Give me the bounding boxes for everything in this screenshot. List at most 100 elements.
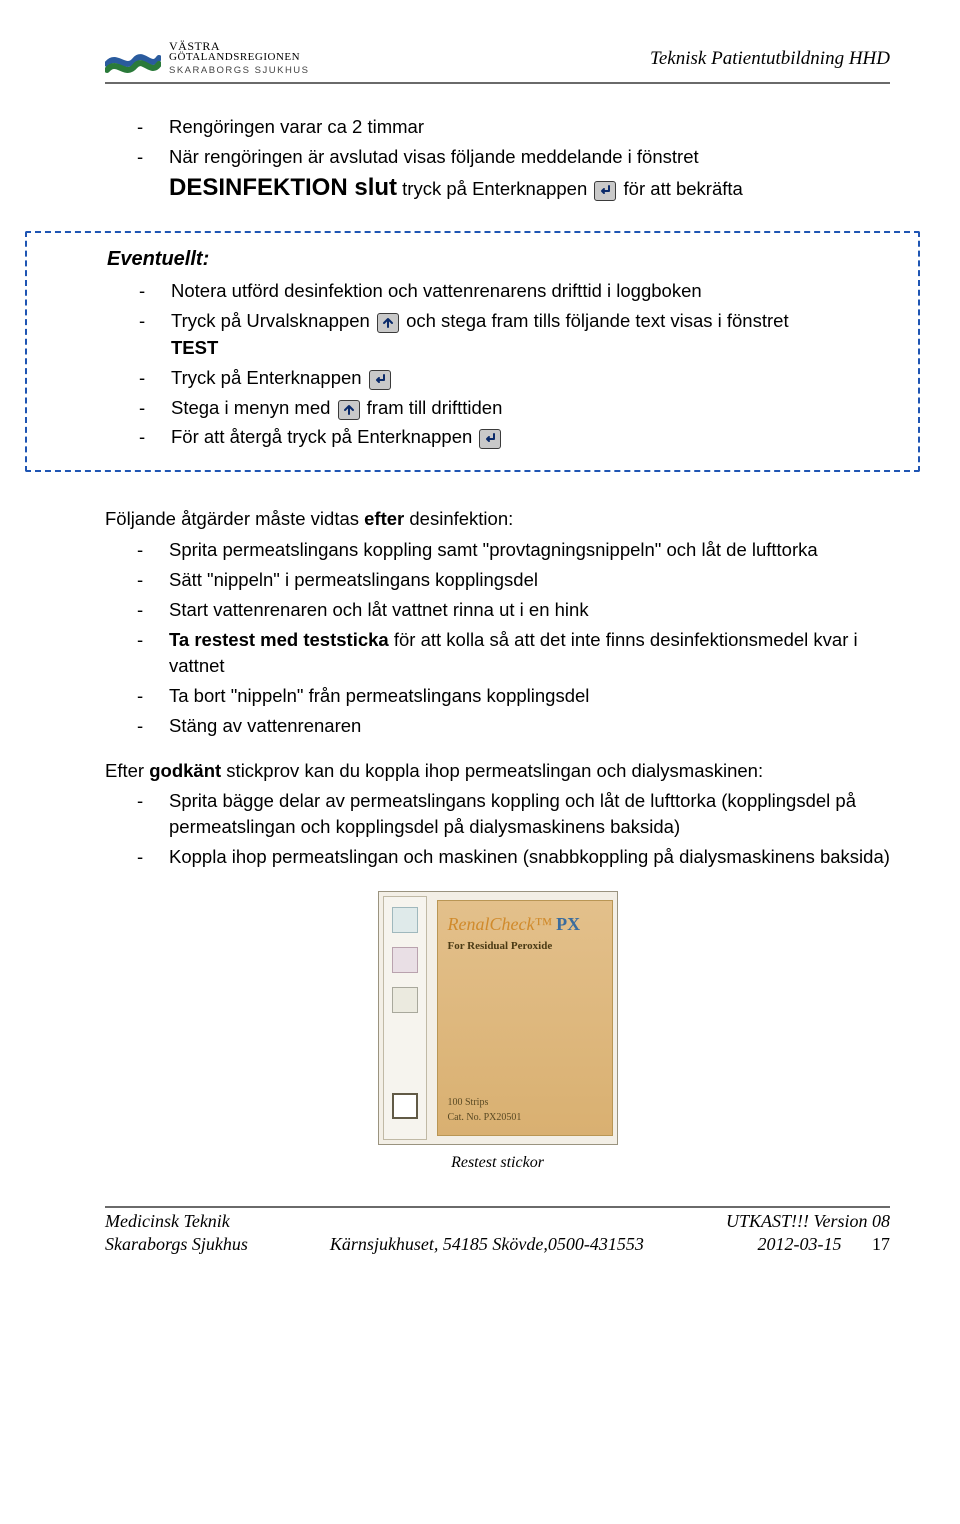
product-brand: RenalCheck™PX xyxy=(448,911,602,937)
page-content: - Rengöringen varar ca 2 timmar - När re… xyxy=(105,114,890,1174)
text: 100 Strips xyxy=(448,1096,522,1111)
list-item: - För att återgå tryck på Enterknappen xyxy=(139,424,888,451)
text: Stega i menyn med xyxy=(171,397,336,418)
list-item: -Start vattenrenaren och låt vattnet rin… xyxy=(137,597,890,624)
after-list: -Sprita permeatslingans koppling samt "p… xyxy=(137,537,890,740)
text: Efter xyxy=(105,760,149,781)
logo-text: VÄSTRA GÖTALANDSREGIONEN SKARABORGS SJUK… xyxy=(169,40,310,76)
bullet-dash: - xyxy=(139,278,149,305)
product-subtitle: For Residual Peroxide xyxy=(448,939,602,955)
bullet-dash: - xyxy=(139,424,149,451)
header-divider xyxy=(105,82,890,84)
doc-title: Teknisk Patientutbildning HHD xyxy=(650,46,890,72)
emphasis-restest: Ta restest med teststicka xyxy=(169,629,389,650)
test-strip-icon xyxy=(383,896,427,1140)
logo-block: VÄSTRA GÖTALANDSREGIONEN SKARABORGS SJUK… xyxy=(105,40,310,76)
text: Tryck på Urvalsknappen xyxy=(171,310,375,331)
list-text: För att återgå tryck på Enterknappen xyxy=(171,424,888,451)
text: Cat. No. PX20501 xyxy=(448,1111,522,1126)
text: tryck på Enterknappen xyxy=(402,178,592,199)
section-intro: Följande åtgärder måste vidtas efter des… xyxy=(105,506,890,533)
eventuellt-heading: Eventuellt: xyxy=(107,245,888,274)
product-figure: RenalCheck™PX For Residual Peroxide 100 … xyxy=(378,891,618,1145)
list-text: När rengöringen är avslutad visas följan… xyxy=(169,146,699,167)
color-swatch xyxy=(392,987,418,1013)
enter-key-icon xyxy=(479,429,501,449)
empty-swatch xyxy=(392,1093,418,1119)
list-text: När rengöringen är avslutad visas följan… xyxy=(169,144,890,206)
page-footer: Medicinsk Teknik Skaraborgs Sjukhus Kärn… xyxy=(105,1210,890,1255)
bullet-dash: - xyxy=(137,114,147,141)
list-item: -Sätt "nippeln" i permeatslingans koppli… xyxy=(137,567,890,594)
list-item: -Sprita permeatslingans koppling samt "p… xyxy=(137,537,890,564)
emphasis-desinfektion: DESINFEKTION slut xyxy=(169,174,397,201)
list-text: Notera utförd desinfektion och vattenren… xyxy=(171,278,888,305)
bullet-dash: - xyxy=(137,627,147,681)
list-text: Stega i menyn med fram till drifttiden xyxy=(171,395,888,422)
page-header: VÄSTRA GÖTALANDSREGIONEN SKARABORGS SJUK… xyxy=(105,40,890,76)
list-text: Sprita permeatslingans koppling samt "pr… xyxy=(169,537,890,564)
footer-date: 2012-03-15 xyxy=(757,1234,841,1254)
intro-list: - Rengöringen varar ca 2 timmar - När re… xyxy=(137,114,890,205)
list-item: - Tryck på Urvalsknappen och stega fram … xyxy=(139,308,888,362)
text: och stega fram tills följande text visas… xyxy=(406,310,789,331)
bullet-dash: - xyxy=(139,308,149,362)
section-intro: Efter godkänt stickprov kan du koppla ih… xyxy=(105,758,890,785)
footer-version: UTKAST!!! Version 08 xyxy=(726,1210,890,1233)
text: fram till drifttiden xyxy=(367,397,503,418)
footer-right: UTKAST!!! Version 08 2012-03-15 17 xyxy=(726,1210,890,1255)
page-number: 17 xyxy=(872,1234,890,1254)
bullet-dash: - xyxy=(137,788,147,842)
list-item: - När rengöringen är avslutad visas följ… xyxy=(137,144,890,206)
color-swatch xyxy=(392,947,418,973)
text: Tryck på Enterknappen xyxy=(171,367,367,388)
text: För att återgå tryck på Enterknappen xyxy=(171,426,477,447)
list-text: Tryck på Enterknappen xyxy=(171,365,888,392)
bullet-dash: - xyxy=(137,844,147,871)
footer-hospital: Skaraborgs Sjukhus xyxy=(105,1233,248,1256)
emphasis-efter: efter xyxy=(364,508,404,529)
bullet-dash: - xyxy=(137,713,147,740)
list-text: Sätt "nippeln" i permeatslingans kopplin… xyxy=(169,567,890,594)
after-desinfektion-section: Följande åtgärder måste vidtas efter des… xyxy=(105,506,890,740)
list-text: Tryck på Urvalsknappen och stega fram ti… xyxy=(171,308,888,362)
list-item: -Ta bort "nippeln" från permeatslingans … xyxy=(137,683,890,710)
godkant-section: Efter godkänt stickprov kan du koppla ih… xyxy=(105,758,890,871)
list-item: - Rengöringen varar ca 2 timmar xyxy=(137,114,890,141)
list-text: Sprita bägge delar av permeatslingans ko… xyxy=(169,788,890,842)
text: desinfektion: xyxy=(404,508,513,529)
footer-center: Kärnsjukhuset, 54185 Skövde,0500-431553 xyxy=(330,1233,644,1256)
footer-divider xyxy=(105,1206,890,1208)
list-item: -Stäng av vattenrenaren xyxy=(137,713,890,740)
list-text: Ta bort "nippeln" från permeatslingans k… xyxy=(169,683,890,710)
bullet-dash: - xyxy=(139,365,149,392)
up-arrow-icon xyxy=(338,400,360,420)
vgr-logo-icon xyxy=(105,40,161,76)
text: stickprov kan du koppla ihop permeatslin… xyxy=(221,760,763,781)
figure-caption: Restest stickor xyxy=(105,1151,890,1174)
footer-address: Kärnsjukhuset, 54185 Skövde,0500-431553 xyxy=(330,1233,644,1256)
enter-key-icon xyxy=(369,370,391,390)
product-footnote: 100 Strips Cat. No. PX20501 xyxy=(448,1096,522,1125)
bullet-dash: - xyxy=(137,683,147,710)
brand-name: RenalCheck™ xyxy=(448,914,553,934)
list-text: Ta restest med teststicka för att kolla … xyxy=(169,627,890,681)
bullet-dash: - xyxy=(137,567,147,594)
bullet-dash: - xyxy=(137,144,147,206)
list-item: - Tryck på Enterknappen xyxy=(139,365,888,392)
enter-key-icon xyxy=(594,181,616,201)
list-item: -Koppla ihop permeatslingan och maskinen… xyxy=(137,844,890,871)
product-box: RenalCheck™PX For Residual Peroxide 100 … xyxy=(437,900,613,1136)
bullet-dash: - xyxy=(137,597,147,624)
logo-line-3: SKARABORGS SJUKHUS xyxy=(169,66,310,76)
bullet-dash: - xyxy=(139,395,149,422)
footer-left: Medicinsk Teknik Skaraborgs Sjukhus xyxy=(105,1210,248,1255)
up-arrow-icon xyxy=(377,313,399,333)
logo-line-2: GÖTALANDSREGIONEN xyxy=(169,52,310,63)
emphasis-test: TEST xyxy=(171,337,218,358)
footer-org: Medicinsk Teknik xyxy=(105,1210,248,1233)
list-item: - Ta restest med teststicka för att koll… xyxy=(137,627,890,681)
document-page: VÄSTRA GÖTALANDSREGIONEN SKARABORGS SJUK… xyxy=(0,0,960,1524)
eventuellt-list: - Notera utförd desinfektion och vattenr… xyxy=(139,278,888,451)
brand-suffix: PX xyxy=(556,914,580,934)
